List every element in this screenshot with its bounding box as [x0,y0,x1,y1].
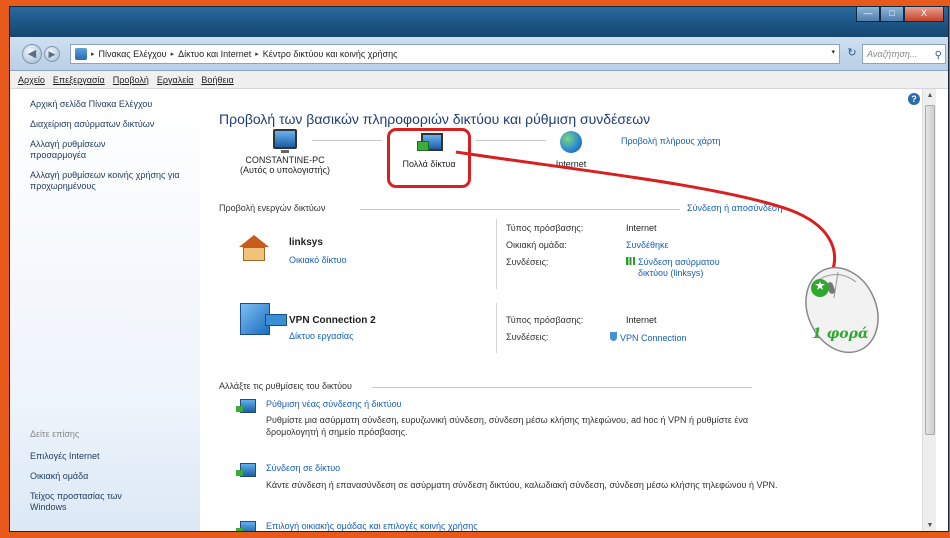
homegroup-options-icon [236,521,256,531]
search-icon[interactable]: ⚲ [935,47,942,65]
address-field[interactable]: ▸ Πίνακας Ελέγχου ▸ Δίκτυο και Internet … [70,44,840,64]
refresh-icon[interactable]: ↻ [844,46,860,62]
sidebar-link-control-panel-home[interactable]: Αρχική σελίδα Πίνακα Ελέγχου [30,99,180,110]
maximize-button[interactable]: □ [880,7,904,22]
mouse-icon [805,266,879,354]
vpn-network-icon [240,303,287,335]
access-type-label: Τύπος πρόσβασης: [506,223,584,233]
divider [372,387,752,388]
breadcrumb-control-panel[interactable]: Πίνακας Ελέγχου [99,49,167,59]
task-homegroup-options-link[interactable]: Επιλογή οικιακής ομάδας και επιλογές κοι… [266,521,478,531]
sidebar-link-homegroup[interactable]: Οικιακή ομάδα [30,471,88,482]
sidebar-link-manage-wireless[interactable]: Διαχείριση ασύρματων δικτύων [30,119,160,130]
click-count-label: 1 φορά [812,326,869,342]
back-button[interactable]: ◀ [22,44,42,64]
title-bar: — □ X [10,7,948,37]
active-networks-heading: Προβολή ενεργών δικτύων [219,203,326,213]
wireless-connection-line2: δικτύου (linksys) [638,268,704,278]
map-node-internet[interactable]: Internet [536,131,606,169]
vpn-connection-link[interactable]: VPN Connection [610,332,687,344]
homegroup-link[interactable]: Συνδέθηκε [626,240,669,251]
breadcrumb-network-internet[interactable]: Δίκτυο και Internet [178,49,251,59]
map-node-pc[interactable]: CONSTANTINE-PC (Αυτός ο υπολογιστής) [210,129,360,175]
homegroup-label: Οικιακή ομάδα: [506,240,567,250]
address-bar: ◀ ▶ ▸ Πίνακας Ελέγχου ▸ Δίκτυο και Inter… [10,37,948,71]
task-connect-network-link[interactable]: Σύνδεση σε δίκτυο [266,463,340,473]
full-map-link[interactable]: Προβολή πλήρους χάρτη [621,136,720,146]
scroll-down-icon[interactable]: ▼ [923,519,937,531]
divider [496,219,497,289]
sidebar-link-internet-options[interactable]: Επιλογές Internet [30,451,99,462]
menu-tools[interactable]: Εργαλεία [157,75,194,85]
search-placeholder: Αναζήτηση... [867,49,918,59]
task-new-connection-desc: Ρυθμίστε μια ασύρματη σύνδεση, ευρυζωνικ… [266,415,749,437]
see-also-heading: Δείτε επίσης [30,429,80,439]
chevron-right-icon: ▸ [91,51,95,58]
pc-subtitle: (Αυτός ο υπολογιστής) [240,165,330,175]
wireless-connection-line1: Σύνδεση ασύρματου [638,257,720,267]
task-new-connection-link[interactable]: Ρύθμιση νέας σύνδεσης ή δικτύου [266,399,402,409]
vpn-access-type-value: Internet [626,315,657,325]
new-connection-icon [236,399,256,413]
network-name: linksys [289,237,323,248]
chevron-right-icon: ▸ [170,51,175,58]
menu-help[interactable]: Βοήθεια [201,75,233,85]
sidebar-link-advanced-sharing[interactable]: Αλλαγή ρυθμίσεων κοινής χρήσης για προχω… [30,170,190,192]
sidebar-link-firewall[interactable]: Τείχος προστασίας των Windows [30,491,160,513]
connect-disconnect-link[interactable]: Σύνδεση ή αποσύνδεση [687,203,782,213]
network-type-link[interactable]: Οικιακό δίκτυο [289,255,347,265]
scroll-thumb[interactable] [925,105,935,435]
vpn-connection-label: VPN Connection [620,333,687,343]
change-settings-heading: Αλλάξτε τις ρυθμίσεις του δικτύου [219,381,352,391]
signal-bars-icon [626,257,635,265]
vpn-network-type-link[interactable]: Δίκτυο εργασίας [289,331,353,341]
highlight-box [387,128,471,188]
minimize-button[interactable]: — [856,7,880,22]
vertical-scrollbar[interactable]: ▲ ▼ [922,89,937,531]
chevron-down-icon[interactable]: ▾ [831,48,835,56]
connections-label: Συνδέσεις: [506,257,549,267]
divider [496,303,497,353]
search-input[interactable]: Αναζήτηση... ⚲ [862,44,946,64]
menu-view[interactable]: Προβολή [113,75,149,85]
close-button[interactable]: X [904,7,944,22]
task-connect-network-desc: Κάντε σύνδεση ή επανασύνδεση σε ασύρματη… [266,480,778,490]
wireless-connection-link[interactable]: Σύνδεση ασύρματου δικτύου (linksys) [626,257,720,279]
window-controls: — □ X [856,7,944,22]
page-title: Προβολή των βασικών πληροφοριών δικτύου … [219,111,651,127]
sidebar-link-adapter-settings[interactable]: Αλλαγή ρυθμίσεων προσαρμογέα [30,139,150,161]
menu-file[interactable]: Αρχείο [18,75,45,85]
vpn-shield-icon [610,332,617,341]
connect-network-icon [236,463,256,477]
chevron-right-icon: ▸ [255,51,259,58]
vpn-network-name: VPN Connection 2 [289,315,376,326]
help-icon[interactable]: ? [908,93,920,105]
scroll-up-icon[interactable]: ▲ [923,89,937,103]
globe-icon [560,131,582,153]
vpn-access-type-label: Τύπος πρόσβασης: [506,315,584,325]
pc-name: CONSTANTINE-PC [245,155,325,165]
menu-edit[interactable]: Επεξεργασία [53,75,105,85]
control-panel-icon [75,48,87,60]
computer-icon [273,129,297,153]
forward-button[interactable]: ▶ [44,46,60,62]
access-type-value: Internet [626,223,657,233]
internet-label: Internet [555,159,587,169]
sidebar: Αρχική σελίδα Πίνακα Ελέγχου Διαχείριση … [10,89,200,531]
breadcrumb-network-sharing-center[interactable]: Κέντρο δικτύου και κοινής χρήσης [263,49,398,59]
home-network-icon [239,235,269,261]
menu-bar: Αρχείο Επεξεργασία Προβολή Εργαλεία Βοήθ… [10,71,948,89]
divider [360,209,680,210]
vpn-connections-label: Συνδέσεις: [506,332,549,342]
